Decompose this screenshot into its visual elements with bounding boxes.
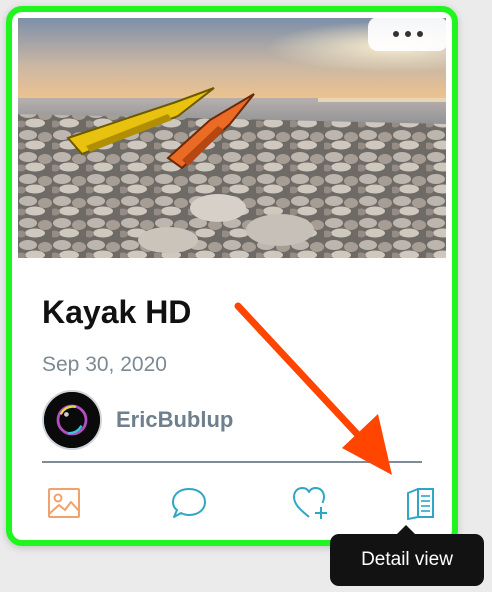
more-dot [393,31,399,37]
book-icon [407,488,434,520]
more-dot [417,31,423,37]
add-image-button[interactable] [41,480,87,526]
detail-view-button[interactable] [397,480,443,526]
detail-view-tooltip: Detail view [330,525,484,586]
post-card[interactable]: Kayak HD Sep 30, 2020 EricBublup [6,6,458,546]
post-title: Kayak HD [42,294,192,330]
kayak-photo[interactable] [18,18,446,258]
post-date: Sep 30, 2020 [42,353,167,376]
more-options-button[interactable] [368,17,448,51]
comment-button[interactable] [166,480,212,526]
avatar [42,390,102,450]
more-dot [405,31,411,37]
author-link[interactable]: EricBublup [42,390,233,450]
divider [42,461,422,463]
action-bar [12,480,452,528]
author-name: EricBublup [116,407,234,432]
comment-icon [172,488,206,518]
image-icon [48,488,80,518]
heart-plus-icon [293,487,327,519]
like-button[interactable] [288,480,334,526]
